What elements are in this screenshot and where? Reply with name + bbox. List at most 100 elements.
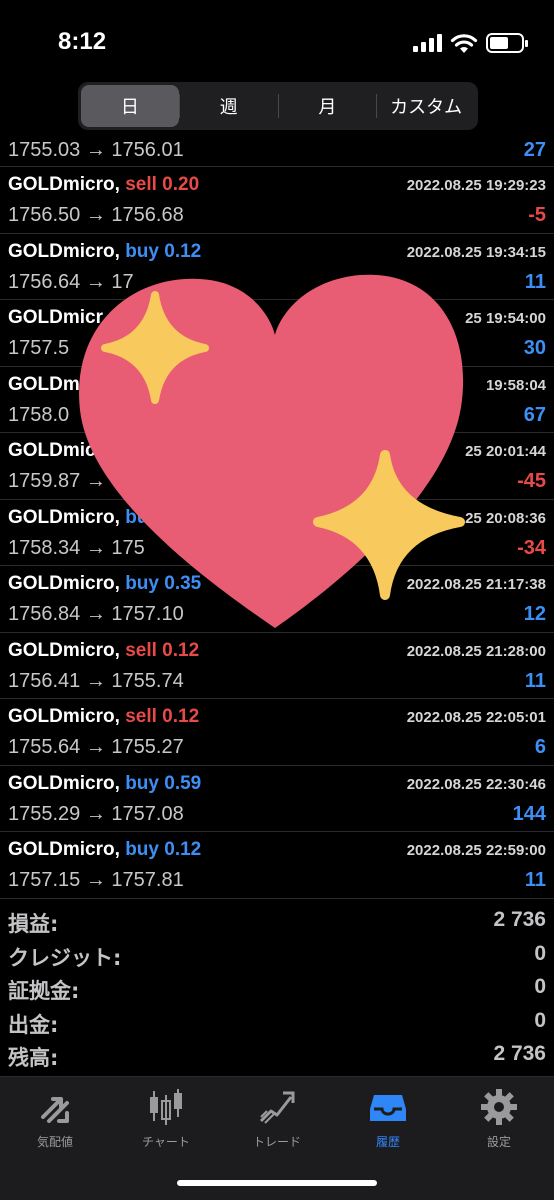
deal-row[interactable]: GOLDmicro, sell 0.12 2022.08.25 21:28:00… (0, 633, 554, 699)
segment-day[interactable]: 日 (81, 85, 179, 127)
summary-label: 出金: (8, 1012, 59, 1037)
deal-side: buy (125, 240, 159, 262)
quotes-arrows-icon (41, 1097, 69, 1123)
summary-value: 2 736 (493, 1042, 546, 1065)
period-segmented-control: 日 週 月 カスタム (78, 82, 478, 130)
deal-profit: 11 (524, 270, 546, 293)
deal-volume: 0.12 (162, 639, 200, 661)
tab-trade[interactable]: トレード (227, 1087, 327, 1150)
deal-profit: 144 (512, 802, 546, 825)
deal-symbol: GOLDmicro, (8, 240, 120, 262)
deal-date: 25 20:08:36 (465, 509, 546, 527)
tab-chart[interactable]: チャート (116, 1087, 216, 1150)
gear-icon (481, 1089, 517, 1125)
heart-sparkle-sticker (79, 274, 465, 628)
trade-trend-icon (259, 1091, 295, 1124)
deal-volume: 0.12 (164, 240, 202, 262)
deal-profit: -5 (528, 204, 546, 226)
cellular-signal-icon (413, 34, 442, 52)
deal-profit: 6 (534, 736, 546, 758)
deal-row[interactable]: GOLDmicro, buy 0.59 2022.08.25 22:30:46 … (0, 766, 554, 832)
summary-value: 2 736 (493, 908, 546, 931)
summary-value: 0 (534, 975, 546, 998)
deal-prices: 1758.0 (8, 403, 70, 426)
tab-label: トレード (252, 1135, 301, 1149)
deal-row[interactable]: GOLDmicro, sell 0.20 2022.08.25 19:29:23… (0, 167, 554, 234)
deal-prices: 1756.41 → 1755.74 (8, 669, 184, 692)
tab-quotes[interactable]: 気配値 (5, 1087, 105, 1150)
clock: 8:12 (58, 28, 107, 55)
deal-symbol: GOLDmicro, (8, 706, 120, 727)
summary-label: 残高: (8, 1046, 59, 1070)
deal-row[interactable]: GOLDmicro, sell 0.12 2022.08.25 22:05:01… (0, 699, 554, 766)
tab-label: チャート (142, 1135, 190, 1149)
deal-prices: 1755.64 → 1755.27 (8, 736, 184, 758)
deal-profit: 12 (523, 603, 546, 625)
deal-profit: -45 (517, 470, 546, 492)
deal-volume: 0.12 (162, 706, 200, 727)
status-bar: 8:12 (0, 0, 554, 80)
history-inbox-icon (370, 1095, 406, 1121)
deal-profit: 67 (523, 403, 546, 426)
summary-row: 証拠金: 0 (0, 971, 554, 1005)
summary-label: 損益: (8, 912, 59, 936)
deal-prices: 1756.50 → 1756.68 (8, 204, 184, 226)
segment-month[interactable]: 月 (279, 85, 377, 127)
deal-side: buy (125, 839, 159, 860)
tab-label: 設定 (486, 1135, 511, 1149)
deal-date: 25 19:54:00 (465, 310, 546, 327)
summary-row: クレジット: 0 (0, 938, 554, 972)
deal-volume: 0.20 (162, 174, 200, 195)
deal-row[interactable]: 1755.03 → 1756.01 27 (0, 138, 554, 167)
deal-side: sell (125, 639, 157, 661)
deal-profit: 30 (523, 337, 546, 359)
wifi-icon (450, 34, 478, 53)
deal-date: 2022.08.25 22:30:46 (406, 775, 546, 793)
deal-date: 2022.08.25 21:28:00 (406, 642, 546, 660)
segment-custom[interactable]: カスタム (377, 85, 475, 127)
deal-date: 2022.08.25 19:29:23 (406, 177, 546, 194)
deal-title: GOLDmicro, buy 0.12 (8, 839, 201, 861)
deal-prices: 1755.29 → 1757.08 (8, 802, 184, 825)
deal-date: 2022.08.25 22:59:00 (406, 842, 546, 859)
tab-history[interactable]: 履歴 (338, 1087, 438, 1150)
deal-date: 2022.08.25 22:05:01 (406, 709, 546, 726)
deal-row[interactable]: GOLDmicro, buy 0.12 2022.08.25 22:59:00 … (0, 832, 554, 899)
deal-side: sell (125, 706, 157, 727)
deal-volume: 0.59 (164, 772, 202, 794)
summary-label: 証拠金: (8, 979, 80, 1003)
deal-date: 2022.08.25 19:34:15 (406, 243, 546, 261)
deal-symbol: GOLDmicro, (8, 839, 120, 860)
deal-date: 19:58:04 (485, 376, 546, 394)
deal-title: GOLDmicro, sell 0.20 (8, 174, 199, 196)
deal-side: sell (125, 174, 157, 195)
deal-title: GOLDmicro, sell 0.12 (8, 640, 199, 662)
deal-title: GOLDmicro, buy 0.59 (8, 773, 201, 795)
summary-label: クレジット: (8, 945, 122, 970)
candlestick-chart-icon (150, 1089, 182, 1125)
deal-prices: 1757.5 (8, 337, 70, 359)
deal-profit: 27 (523, 139, 546, 161)
battery-icon (486, 33, 528, 53)
home-indicator[interactable] (177, 1180, 377, 1186)
summary-row: 損益: 2 736 (0, 904, 554, 938)
deal-profit: 11 (524, 669, 546, 692)
segment-week[interactable]: 週 (180, 85, 278, 127)
deal-side: buy (125, 772, 159, 794)
deal-volume: 0.12 (164, 839, 202, 860)
tab-label: 気配値 (36, 1135, 73, 1149)
deal-prices: 1755.03 → 1756.01 (8, 139, 184, 161)
tab-label: 履歴 (375, 1135, 400, 1149)
deal-title: GOLDmicro, sell 0.12 (8, 706, 199, 728)
deal-date: 25 20:01:44 (465, 443, 546, 460)
deal-symbol: GOLDmicro, (8, 174, 120, 195)
deal-prices: 1757.15 → 1757.81 (8, 869, 184, 891)
deal-profit: -34 (517, 536, 546, 559)
deal-symbol: GOLDmicro, (8, 639, 120, 661)
summary-value: 0 (534, 941, 546, 965)
deal-profit: 11 (524, 869, 546, 891)
tab-settings[interactable]: 設定 (449, 1087, 549, 1150)
summary-row: 出金: 0 (0, 1005, 554, 1039)
deal-symbol: GOLDmicro, (8, 772, 120, 794)
account-summary: 損益: 2 736 クレジット: 0 証拠金: 0 出金: 0 残高: 2 73… (0, 904, 554, 1072)
